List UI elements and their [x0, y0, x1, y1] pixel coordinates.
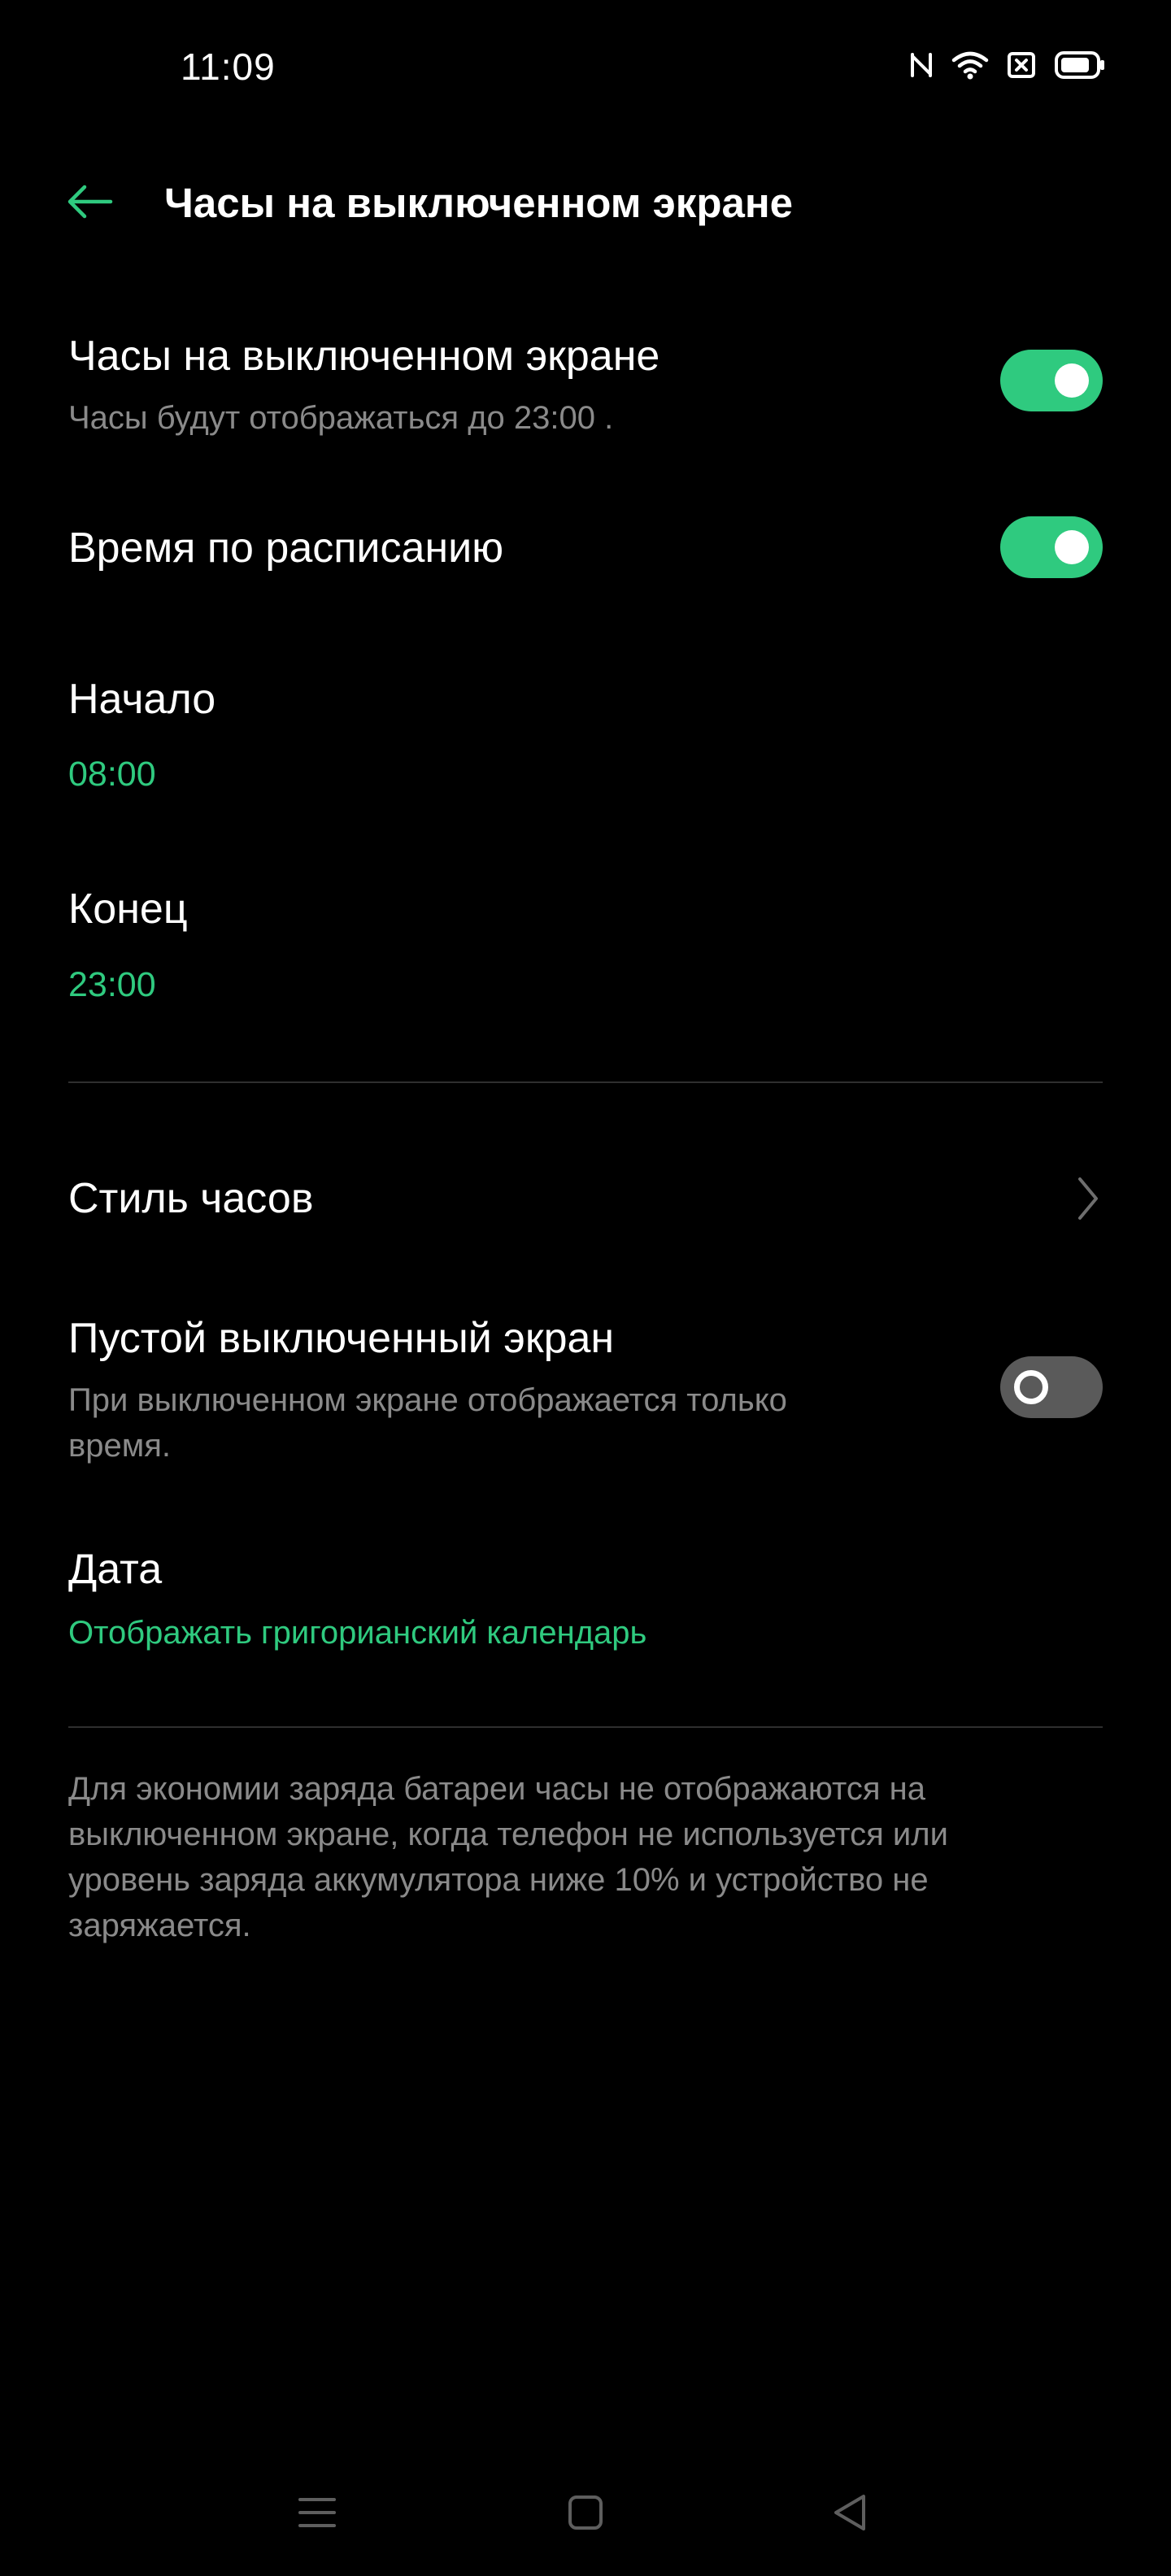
end-title: Конец [68, 886, 188, 933]
date-title: Дата [68, 1546, 163, 1593]
chevron-right-icon [1075, 1174, 1099, 1227]
wifi-icon [951, 50, 989, 85]
start-title: Начало [68, 676, 216, 723]
schedule-title: Время по расписанию [68, 524, 504, 572]
arrow-left-icon [65, 184, 114, 224]
section-divider [68, 1081, 1103, 1083]
nfc-icon [909, 50, 934, 85]
sim-no-signal-icon [1007, 51, 1036, 83]
clock-style-title: Стиль часов [68, 1175, 314, 1222]
schedule-switch[interactable] [1000, 516, 1103, 578]
recent-apps-button[interactable] [285, 2482, 350, 2547]
date-value: Отображать григорианский календарь [68, 1615, 647, 1651]
aod-title: Часы на выключенном экране [68, 333, 660, 380]
blank-screen-subtitle-line2: время. [68, 1428, 172, 1464]
switch-knob [1014, 1370, 1048, 1404]
blank-screen-subtitle-line1: При выключенном экране отображается толь… [68, 1382, 787, 1418]
status-time: 11:09 [181, 46, 276, 88]
battery-saving-note: Для экономии заряда батареи часы не отоб… [68, 1771, 948, 1943]
home-button[interactable] [553, 2482, 618, 2547]
menu-icon [297, 2495, 337, 2535]
back-button[interactable] [57, 171, 122, 236]
nav-back-button[interactable] [817, 2482, 882, 2547]
home-icon [566, 2493, 605, 2536]
switch-knob [1055, 530, 1089, 564]
aod-switch[interactable] [1000, 350, 1103, 411]
footer-divider [68, 1726, 1103, 1728]
page-title: Часы на выключенном экране [164, 180, 794, 226]
back-icon [829, 2491, 870, 2538]
blank-screen-switch[interactable] [1000, 1356, 1103, 1418]
status-icons [909, 46, 1106, 88]
start-time-value: 08:00 [68, 755, 156, 794]
end-time-value: 23:00 [68, 965, 156, 1004]
blank-screen-title: Пустой выключенный экран [68, 1315, 615, 1362]
switch-knob [1055, 363, 1089, 398]
aod-subtitle: Часы будут отображаться до 23:00 . [68, 400, 614, 436]
battery-icon [1054, 50, 1106, 84]
